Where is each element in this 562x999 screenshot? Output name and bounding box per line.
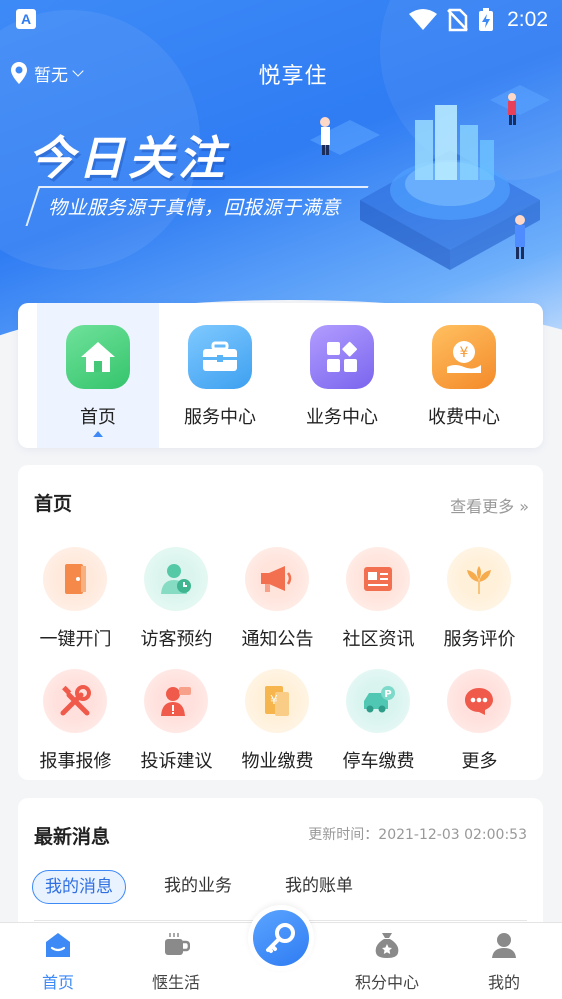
tabbar-item-life[interactable]: 惬生活 [120, 923, 232, 999]
tabbar-label: 积分中心 [354, 973, 419, 992]
nav-item-billing-center[interactable]: ¥ 收费中心 [403, 303, 525, 448]
nav-label: 业务中心 [306, 407, 378, 428]
view-more-link[interactable]: 查看更多 » [450, 493, 529, 517]
nav-item-home[interactable]: 首页 [37, 303, 159, 448]
tab-my-business[interactable]: 我的业务 [152, 870, 244, 904]
tabbar-label: 我的 [487, 973, 520, 992]
tools-icon [43, 669, 107, 733]
service-label: 服务评价 [443, 629, 516, 650]
service-rating[interactable]: 服务评价 [429, 547, 530, 657]
status-bar: A 2:02 [0, 0, 562, 40]
active-indicator [93, 431, 103, 437]
service-property-fee[interactable]: ¥ 物业缴费 [227, 669, 328, 779]
tab-my-bills[interactable]: 我的账单 [273, 870, 365, 904]
tabbar-label: 惬生活 [151, 973, 200, 992]
status-time: 2:02 [507, 8, 548, 31]
toolbox-icon [188, 325, 252, 389]
coffee-icon [165, 933, 190, 955]
main-nav-card: 首页 服务中心 业务中心 ¥ 收费中心 [18, 303, 543, 448]
bill-icon: ¥ [245, 669, 309, 733]
nav-label: 收费中心 [428, 407, 500, 428]
nav-item-business-center[interactable]: 业务中心 [281, 303, 403, 448]
svg-text:P: P [384, 689, 391, 700]
hero-headline: 今日关注 [28, 131, 228, 185]
yen-hand-icon: ¥ [432, 325, 496, 389]
flower-icon [447, 547, 511, 611]
service-more[interactable]: 更多 [429, 669, 530, 779]
service-announcements[interactable]: 通知公告 [227, 547, 328, 657]
points-bag-icon [375, 933, 399, 958]
services-card: 首页 查看更多 » 一键开门 访客预约 通知公告 社区资讯 服务评价 报事报修 … [18, 465, 543, 780]
user-icon [492, 933, 516, 958]
svg-text:¥: ¥ [460, 345, 469, 361]
visitor-icon [144, 547, 208, 611]
nav-label: 服务中心 [184, 407, 256, 428]
parking-icon: P [346, 669, 410, 733]
news-title: 最新消息 [34, 826, 111, 848]
service-unlock-door[interactable]: 一键开门 [25, 547, 126, 657]
service-visitor-booking[interactable]: 访客预约 [126, 547, 227, 657]
nav-label: 首页 [80, 407, 116, 428]
more-dots-icon [447, 669, 511, 733]
key-icon [253, 910, 309, 966]
service-label: 更多 [461, 751, 498, 772]
battery-icon [479, 8, 493, 31]
service-complaint[interactable]: 投诉建议 [126, 669, 227, 779]
service-parking-fee[interactable]: P 停车缴费 [328, 669, 429, 779]
tabbar-item-home[interactable]: 首页 [2, 923, 114, 999]
complaint-icon [144, 669, 208, 733]
nav-item-service-center[interactable]: 服务中心 [159, 303, 281, 448]
home-tab-icon [46, 933, 70, 957]
no-sim-icon [447, 8, 468, 32]
megaphone-icon [245, 547, 309, 611]
service-repair-report[interactable]: 报事报修 [25, 669, 126, 779]
service-community-news[interactable]: 社区资讯 [328, 547, 429, 657]
app-title: 悦享住 [258, 64, 328, 89]
wifi-icon [409, 9, 437, 30]
home-icon [66, 325, 130, 389]
tabbar-item-points[interactable]: 积分中心 [331, 923, 443, 999]
section-title: 首页 [34, 493, 73, 515]
door-icon [43, 547, 107, 611]
tabbar-label: 首页 [41, 973, 74, 992]
news-icon [346, 547, 410, 611]
hero-slogan: 物业服务源于真情，回报源于满意 [48, 197, 341, 219]
svg-text:¥: ¥ [270, 693, 278, 707]
key-unlock-button[interactable] [248, 905, 314, 971]
apps-icon [310, 325, 374, 389]
tab-my-messages[interactable]: 我的消息 [32, 870, 126, 904]
news-update-time: 更新时间：2021-12-03 02:00:53 [308, 827, 527, 843]
notification-app-icon: A [16, 9, 36, 29]
tabbar-item-me[interactable]: 我的 [448, 923, 560, 999]
